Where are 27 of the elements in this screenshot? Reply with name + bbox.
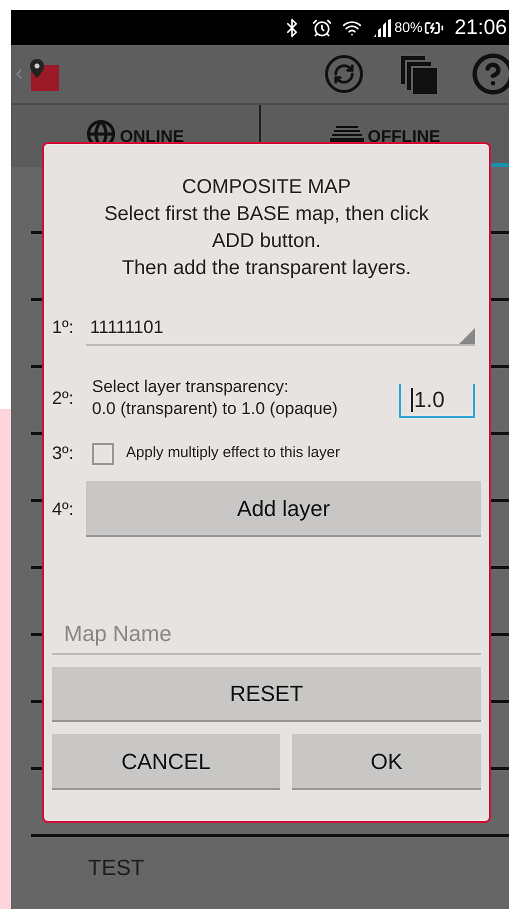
transparency-hint: 0.0 (transparent) to 1.0 (opaque) (92, 398, 339, 420)
transparency-label: Select layer transparency: (92, 376, 290, 398)
step-label: 1º: (52, 316, 75, 339)
alarm-icon (312, 18, 332, 38)
base-map-dropdown[interactable]: 11111101 (86, 314, 475, 346)
clock-time: 21:06 (454, 14, 507, 41)
multiply-checkbox[interactable] (92, 442, 114, 464)
add-layer-button[interactable]: Add layer (86, 481, 481, 537)
reset-button[interactable]: RESET (52, 667, 481, 722)
copy-icon[interactable] (399, 54, 437, 94)
transparency-input[interactable]: 1.0 (399, 384, 475, 418)
battery-percent: 80% (394, 18, 422, 37)
sync-icon[interactable] (325, 55, 363, 93)
ok-button[interactable]: OK (292, 734, 481, 790)
help-icon[interactable] (471, 52, 509, 96)
dialog-title: COMPOSITE MAP (182, 175, 351, 200)
app-logo-icon[interactable] (27, 57, 59, 91)
step-label: 4º: (52, 498, 75, 520)
dropdown-corner-icon (459, 328, 475, 344)
dialog-instructions: Select first the BASE map, then click ADD button. (103, 202, 430, 254)
multiply-label: Apply multiply effect to this layer (126, 443, 340, 464)
cancel-button[interactable]: CANCEL (52, 734, 280, 790)
map-name-field[interactable]: Map Name (52, 615, 481, 655)
dialog-instructions: Then add the transparent layers. (122, 256, 412, 281)
step-label: 3º: (52, 442, 75, 465)
signal-icon (372, 18, 392, 36)
step-label: 2º: (52, 386, 75, 410)
